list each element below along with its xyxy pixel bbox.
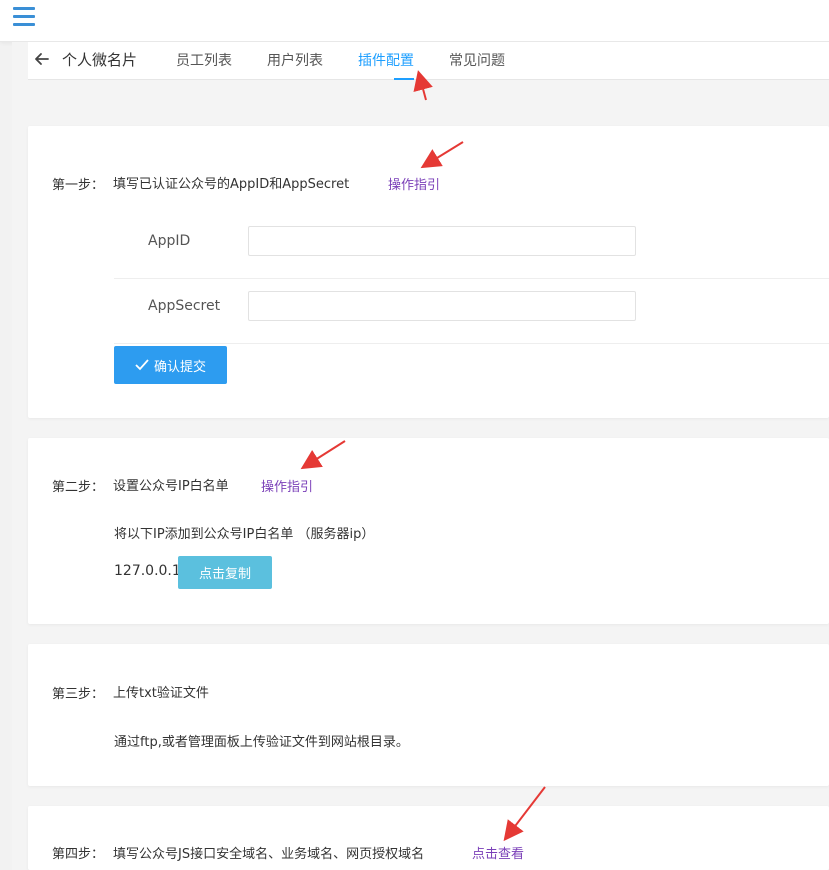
- tab-staff-list[interactable]: 员工列表: [176, 50, 232, 70]
- appsecret-row: AppSecret: [114, 280, 829, 344]
- appid-label: AppID: [148, 233, 191, 249]
- step1-text: 填写已认证公众号的AppID和AppSecret: [113, 177, 350, 192]
- step1-guide-link[interactable]: 操作指引: [388, 174, 440, 193]
- back-arrow-icon[interactable]: [34, 51, 50, 67]
- step3-desc: 通过ftp,或者管理面板上传验证文件到网站根目录。: [114, 735, 409, 750]
- server-ip: 127.0.0.1: [114, 563, 181, 579]
- check-icon: [135, 359, 149, 371]
- appsecret-input[interactable]: [248, 291, 636, 321]
- tab-faq[interactable]: 常见问题: [449, 50, 505, 70]
- step4-card: 第四步： 填写公众号JS接口安全域名、业务域名、网页授权域名 点击查看: [28, 806, 829, 870]
- tab-plugin-config[interactable]: 插件配置: [358, 50, 414, 70]
- step4-view-link[interactable]: 点击查看: [472, 843, 524, 862]
- main-content: 个人微名片 员工列表 用户列表 插件配置 常见问题 第一步： 填写已认证公众号的…: [12, 42, 829, 870]
- step4-text: 填写公众号JS接口安全域名、业务域名、网页授权域名: [113, 847, 425, 862]
- tab-user-list[interactable]: 用户列表: [267, 50, 323, 70]
- appsecret-label: AppSecret: [148, 298, 221, 314]
- step1-card: 第一步： 填写已认证公众号的AppID和AppSecret 操作指引 AppID…: [28, 126, 829, 418]
- page-navbar: 个人微名片 员工列表 用户列表 插件配置 常见问题: [28, 42, 829, 80]
- step3-text: 上传txt验证文件: [113, 686, 209, 701]
- step4-label: 第四步：: [52, 847, 105, 862]
- copy-ip-button[interactable]: 点击复制: [178, 556, 272, 589]
- confirm-submit-label: 确认提交: [153, 359, 206, 375]
- confirm-submit-button[interactable]: 确认提交: [114, 346, 227, 384]
- hamburger-menu-icon[interactable]: [13, 5, 37, 27]
- step2-text: 设置公众号IP白名单: [113, 479, 229, 494]
- top-bar: [0, 0, 829, 42]
- step2-guide-link[interactable]: 操作指引: [261, 476, 313, 495]
- step2-card: 第二步： 设置公众号IP白名单 操作指引 将以下IP添加到公众号IP白名单 （服…: [28, 438, 829, 624]
- appid-row: AppID: [114, 215, 829, 279]
- step1-label: 第一步：: [52, 178, 105, 193]
- step2-label: 第二步：: [52, 480, 105, 495]
- appid-input[interactable]: [248, 226, 636, 256]
- step3-card: 第三步： 上传txt验证文件 通过ftp,或者管理面板上传验证文件到网站根目录。: [28, 644, 829, 786]
- page-title: 个人微名片: [62, 51, 138, 69]
- step3-label: 第三步：: [52, 687, 105, 702]
- active-tab-underline: [394, 78, 414, 80]
- step2-desc: 将以下IP添加到公众号IP白名单 （服务器ip）: [114, 527, 375, 542]
